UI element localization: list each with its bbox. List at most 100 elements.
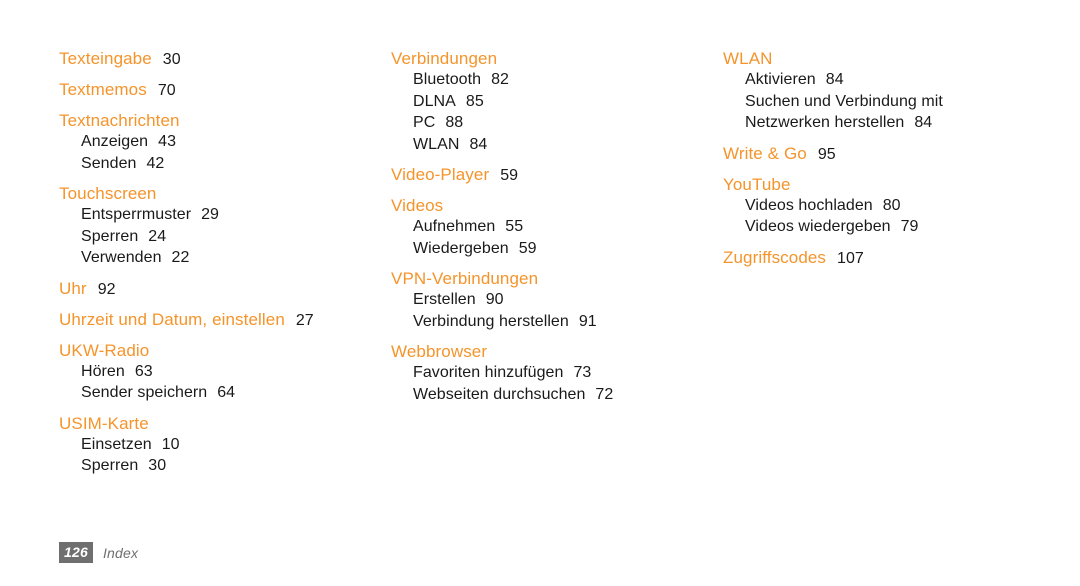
index-entry-label: Verwenden (81, 249, 162, 266)
index-entry[interactable]: Bluetooth 82 (391, 69, 723, 91)
index-entry-page-number: 64 (217, 384, 236, 401)
index-entry[interactable]: Videos wiedergeben 79 (723, 216, 1080, 238)
index-heading[interactable]: Videos (391, 195, 723, 216)
index-heading[interactable]: Textmemos 70 (59, 79, 391, 101)
index-entry-page-number: 42 (146, 154, 165, 172)
index-heading-label: Verbindungen (391, 49, 498, 68)
index-entry-label: Videos wiedergeben (745, 218, 891, 235)
index-entry-page-number: 43 (158, 133, 177, 150)
index-heading[interactable]: Textnachrichten (59, 110, 391, 131)
index-columns: Texteingabe 30 Textmemos 70 Textnachrichten A… (0, 48, 1080, 477)
index-heading-page-number: 107 (837, 249, 864, 267)
index-entry-page-number: 90 (485, 291, 504, 308)
index-heading[interactable]: Texteingabe 30 (59, 48, 391, 70)
index-entry[interactable]: Favoriten hinzufügen 73 (391, 362, 723, 384)
index-column-1: Texteingabe 30 Textmemos 70 Textnachrichten A… (0, 48, 391, 477)
index-entry[interactable]: Sperren 30 (59, 455, 391, 477)
index-entry-page-number: 29 (201, 206, 219, 223)
index-heading[interactable]: UKW-Radio (59, 340, 391, 361)
index-entry-page-number: 55 (505, 218, 524, 235)
index-heading-label: Textnachrichten (59, 111, 180, 130)
index-heading-label: Touchscreen (59, 184, 157, 203)
index-group: Uhr 92 (59, 278, 391, 300)
index-entry-label: Videos hochladen (745, 196, 873, 214)
index-column-2: Verbindungen Bluetooth 82 DLNA 85 PC 88 WLAN 84 V… (391, 48, 723, 477)
index-entry[interactable]: Suchen und Verbindung mit Netzwerken her… (723, 91, 985, 134)
index-heading[interactable]: WLAN (723, 48, 1080, 69)
index-entry-page-number: 10 (161, 435, 180, 453)
index-heading-label: Zugriffscodes (723, 247, 827, 267)
index-entry-page-number: 91 (578, 312, 597, 330)
index-entry[interactable]: Hören 63 (59, 361, 391, 383)
index-heading-label: UKW-Radio (59, 340, 150, 360)
index-heading-label: YouTube (723, 174, 791, 194)
index-entry[interactable]: Aufnehmen 55 (391, 216, 723, 238)
index-entry[interactable]: Verbindung herstellen 91 (391, 311, 723, 333)
index-entry-label: Senden (81, 154, 137, 172)
index-heading-label: Uhrzeit und Datum, einstellen (59, 309, 285, 329)
index-entry[interactable]: Sperren 24 (59, 226, 391, 248)
index-entry[interactable]: Wiedergeben 59 (391, 238, 723, 260)
index-page: Texteingabe 30 Textmemos 70 Textnachrichten A… (0, 0, 1080, 586)
index-entry-page-number: 63 (134, 362, 153, 380)
index-entry[interactable]: Anzeigen 43 (59, 131, 391, 153)
index-group: Write & Go 95 (723, 143, 1080, 165)
page-footer: 126 Index (59, 542, 138, 563)
index-heading-page-number: 27 (295, 311, 314, 329)
index-entry-label: Aktivieren (745, 71, 816, 88)
index-entry[interactable]: WLAN 84 (391, 134, 723, 156)
index-entry[interactable]: Videos hochladen 80 (723, 195, 1080, 217)
index-heading-label: Webbrowser (391, 342, 488, 361)
index-entry[interactable]: Webseiten durchsuchen 72 (391, 384, 723, 406)
index-heading-label: Uhr (59, 278, 87, 298)
index-entry-page-number: 79 (900, 218, 919, 235)
index-heading[interactable]: Zugriffscodes 107 (723, 247, 1080, 269)
index-heading-page-number: 30 (162, 51, 181, 68)
index-entry-label: Sperren (81, 457, 139, 474)
index-group: Webbrowser Favoriten hinzufügen 73 Webseite… (391, 341, 723, 405)
index-entry-label: Bluetooth (413, 71, 482, 88)
index-heading-label: Videos (391, 196, 444, 215)
index-group: Videos Aufnehmen 55 Wiedergeben 59 (391, 195, 723, 259)
index-heading[interactable]: Uhrzeit und Datum, einstellen 27 (59, 309, 391, 331)
index-entry-label: Sperren (81, 227, 139, 245)
index-entry-label: Wiedergeben (413, 239, 509, 257)
index-entry[interactable]: Entsperrmuster 29 (59, 204, 391, 226)
index-heading-page-number: 70 (157, 82, 176, 99)
index-entry[interactable]: Sender speichern 64 (59, 382, 391, 404)
index-heading[interactable]: Verbindungen (391, 48, 723, 69)
index-entry[interactable]: Erstellen 90 (391, 289, 723, 311)
index-heading[interactable]: Video-Player 59 (391, 164, 723, 186)
index-entry[interactable]: Aktivieren 84 (723, 69, 1080, 91)
index-heading[interactable]: Uhr 92 (59, 278, 391, 300)
index-entry-label: Entsperrmuster (81, 206, 192, 223)
index-entry[interactable]: Einsetzen 10 (59, 434, 391, 456)
index-group: Video-Player 59 (391, 164, 723, 186)
index-entry-page-number: 22 (171, 249, 190, 266)
footer-section-label: Index (102, 544, 139, 561)
index-entry[interactable]: PC 88 (391, 112, 723, 134)
index-entry[interactable]: Senden 42 (59, 153, 391, 175)
index-entry-label: Anzeigen (81, 133, 149, 150)
index-group: UKW-Radio Hören 63 Sender speichern 64 (59, 340, 391, 404)
index-heading-label: WLAN (723, 49, 773, 68)
index-heading-label: VPN-Verbindungen (391, 269, 539, 288)
index-heading[interactable]: Write & Go 95 (723, 143, 1080, 165)
index-entry-page-number: 73 (573, 364, 592, 381)
index-heading[interactable]: Touchscreen (59, 183, 391, 204)
index-entry[interactable]: DLNA 85 (391, 91, 723, 113)
index-entry-page-number: 72 (595, 385, 614, 403)
index-heading[interactable]: VPN-Verbindungen (391, 268, 723, 289)
index-heading-label: Write & Go (723, 143, 807, 163)
index-heading[interactable]: Webbrowser (391, 341, 723, 362)
index-entry[interactable]: Verwenden 22 (59, 247, 391, 269)
index-heading[interactable]: USIM-Karte (59, 413, 391, 434)
index-heading[interactable]: YouTube (723, 174, 1080, 195)
index-entry-label: Erstellen (413, 291, 476, 308)
page-number-badge: 126 (59, 542, 93, 563)
index-entry-label: Aufnehmen (413, 218, 496, 235)
index-entry-page-number: 24 (148, 227, 167, 245)
index-entry-page-number: 59 (518, 239, 537, 257)
index-group: Touchscreen Entsperrmuster 29 Sperren 24 Verw… (59, 183, 391, 269)
index-heading-page-number: 92 (97, 280, 116, 298)
